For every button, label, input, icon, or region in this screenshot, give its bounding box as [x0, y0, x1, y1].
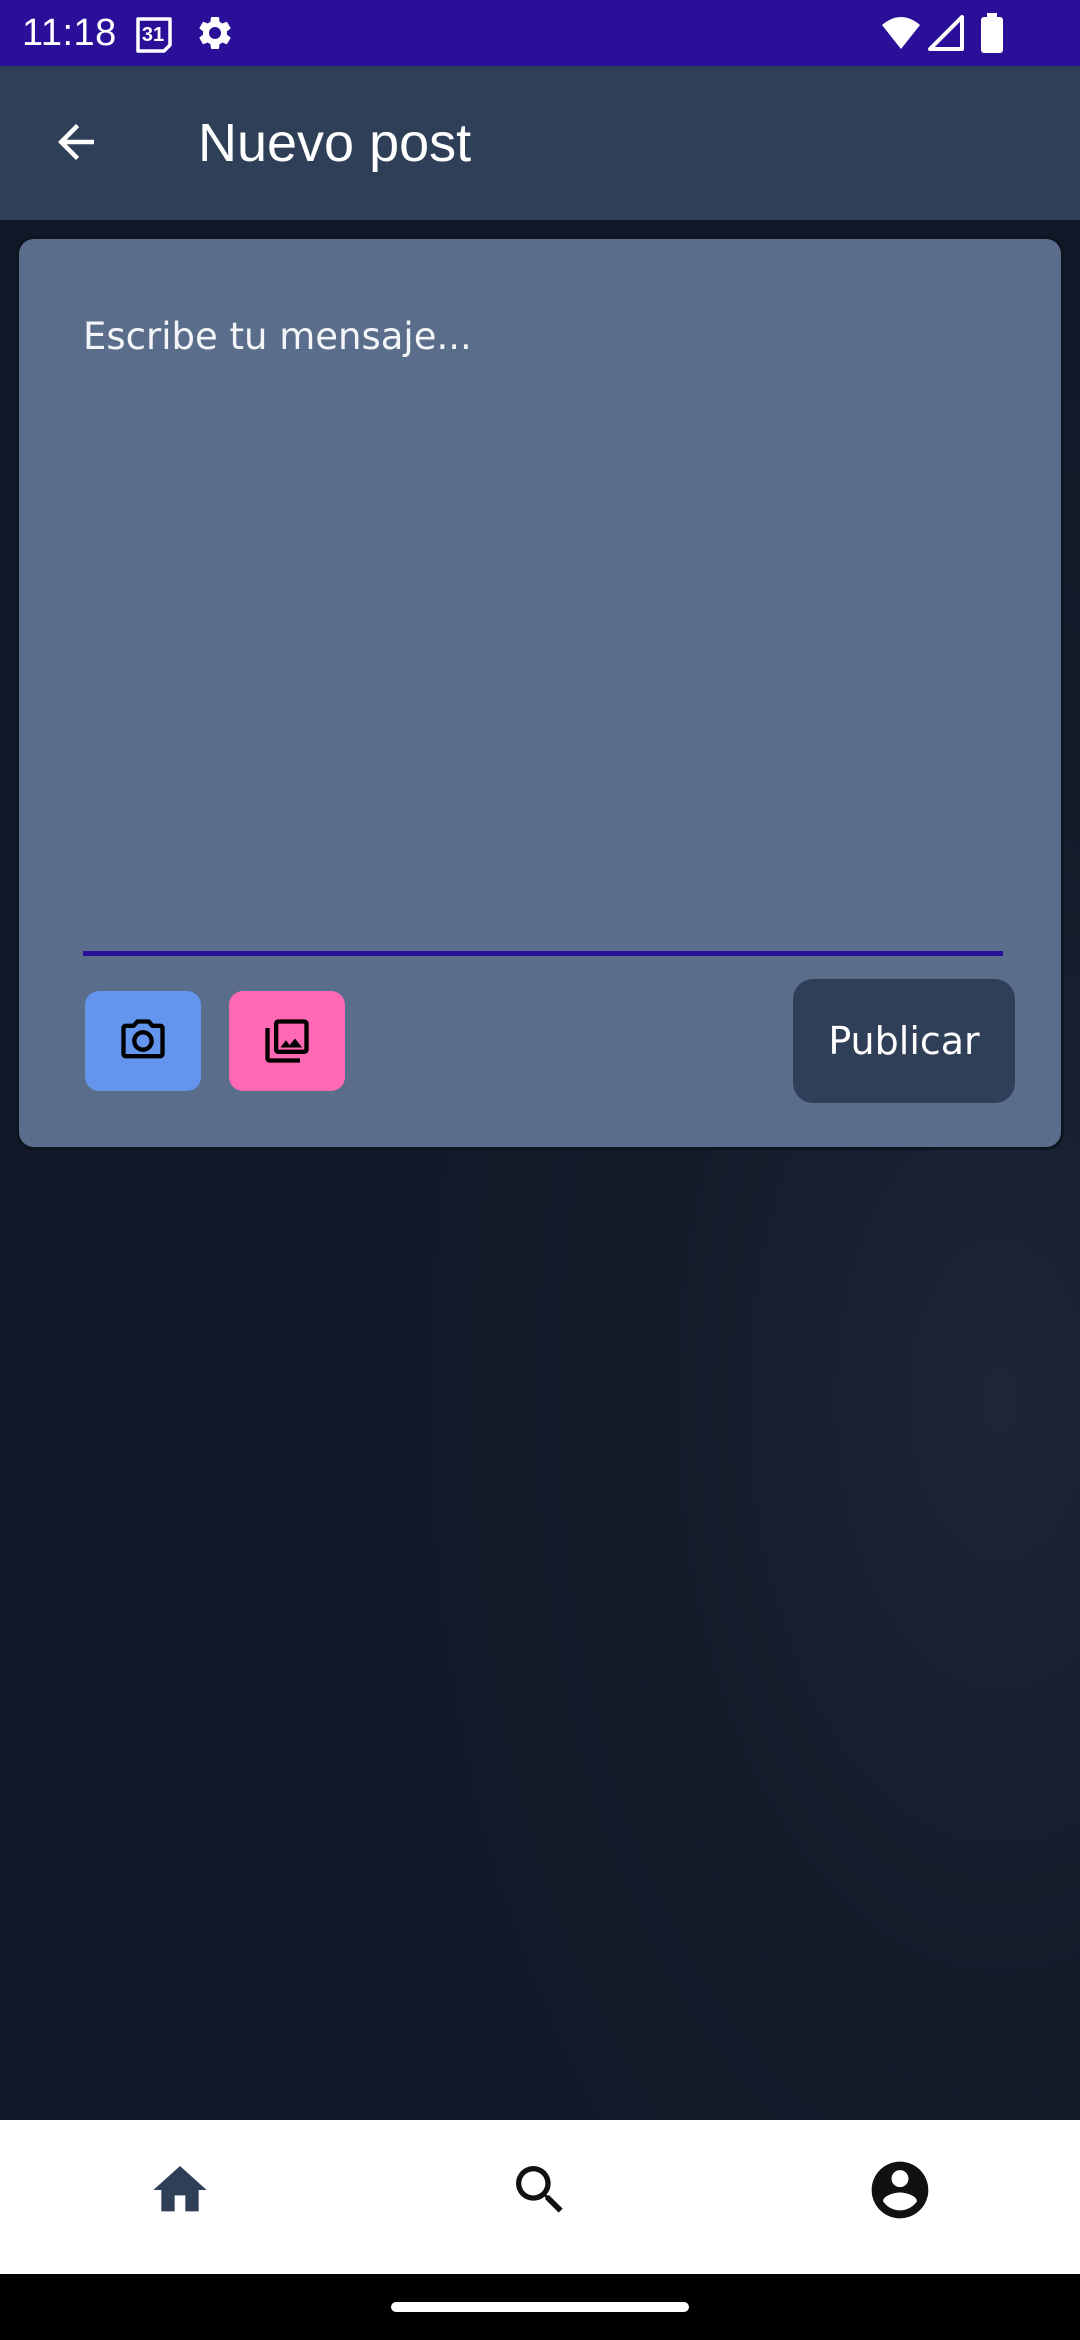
- new-post-screen: 11:18 31 Nuevo post Escribe tu mensaje..…: [0, 0, 1080, 2340]
- gallery-button[interactable]: [229, 991, 345, 1091]
- publish-button[interactable]: Publicar: [793, 979, 1015, 1103]
- calendar-badge-text: 31: [142, 24, 164, 46]
- message-input-underline: [83, 951, 1003, 956]
- photo-library-icon: [265, 1019, 309, 1063]
- camera-button[interactable]: [85, 991, 201, 1091]
- camera-icon: [121, 1019, 165, 1059]
- wifi-icon: [880, 13, 922, 53]
- gesture-navigation-bar: [0, 2274, 1080, 2340]
- back-button[interactable]: [36, 102, 116, 182]
- arrow-back-icon: [58, 124, 94, 160]
- status-time: 11:18: [22, 12, 117, 54]
- signal-icon: [928, 13, 966, 53]
- home-gesture-handle[interactable]: [391, 2302, 689, 2312]
- settings-icon: [195, 13, 235, 53]
- app-bar: Nuevo post: [0, 66, 1080, 220]
- nav-item-search[interactable]: [480, 2140, 600, 2240]
- search-icon: [516, 2166, 563, 2213]
- page-title: Nuevo post: [198, 113, 472, 173]
- message-input[interactable]: [83, 313, 1003, 853]
- post-composer-card: Publicar: [16, 236, 1064, 1150]
- nav-item-profile[interactable]: [840, 2140, 960, 2240]
- account-circle-icon: [871, 2161, 929, 2219]
- battery-icon: [980, 13, 1004, 53]
- status-bar: 11:18 31: [0, 0, 1080, 66]
- calendar-icon: 31: [134, 13, 174, 53]
- nav-item-home[interactable]: [120, 2140, 240, 2240]
- home-icon: [153, 2166, 207, 2212]
- bottom-navigation: [0, 2120, 1080, 2274]
